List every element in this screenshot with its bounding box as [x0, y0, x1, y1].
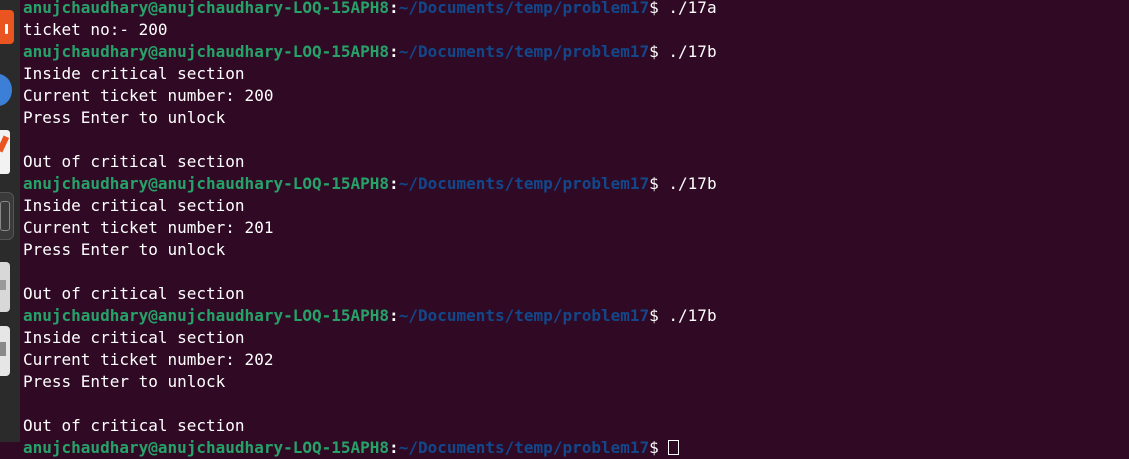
prompt-path: ~/Documents/temp/problem17	[399, 438, 649, 457]
command-text: ./17a	[668, 0, 716, 17]
app-center-icon[interactable]	[0, 10, 14, 44]
cursor	[668, 440, 679, 455]
prompt-symbol: $	[649, 42, 668, 61]
prompt-line: anujchaudhary@anujchaudhary-LOQ-15APH8:~…	[23, 41, 1129, 63]
output-line: Press Enter to unlock	[23, 107, 1129, 129]
prompt-symbol: $	[649, 306, 668, 325]
prompt-path: ~/Documents/temp/problem17	[399, 42, 649, 61]
output-text: Press Enter to unlock	[23, 108, 225, 127]
command-text: ./17b	[668, 306, 716, 325]
prompt-colon: :	[389, 306, 399, 325]
dock	[0, 0, 20, 442]
prompt-colon: :	[389, 174, 399, 193]
output-text: ticket no:- 200	[23, 20, 168, 39]
command-text: ./17b	[668, 174, 716, 193]
terminal-icon[interactable]	[0, 192, 14, 240]
drive-icon[interactable]	[0, 262, 10, 312]
prompt-line: anujchaudhary@anujchaudhary-LOQ-15APH8:~…	[23, 173, 1129, 195]
prompt-user-host: anujchaudhary@anujchaudhary-LOQ-15APH8	[23, 0, 389, 17]
prompt-user-host: anujchaudhary@anujchaudhary-LOQ-15APH8	[23, 174, 389, 193]
output-line: ticket no:- 200	[23, 19, 1129, 41]
prompt-path: ~/Documents/temp/problem17	[399, 174, 649, 193]
prompt-user-host: anujchaudhary@anujchaudhary-LOQ-15APH8	[23, 42, 389, 61]
output-text: Press Enter to unlock	[23, 372, 225, 391]
output-line: Inside critical section	[23, 63, 1129, 85]
output-text: Out of critical section	[23, 416, 245, 435]
output-text: Inside critical section	[23, 196, 245, 215]
disk-icon[interactable]	[0, 326, 10, 376]
output-text: Out of critical section	[23, 152, 245, 171]
prompt-colon: :	[389, 42, 399, 61]
prompt-symbol: $	[649, 0, 668, 17]
output-line: Out of critical section	[23, 415, 1129, 437]
output-line: Press Enter to unlock	[23, 239, 1129, 261]
output-line: Inside critical section	[23, 195, 1129, 217]
terminal-output[interactable]: anujchaudhary@anujchaudhary-LOQ-15APH8:~…	[23, 0, 1129, 442]
output-text: Current ticket number: 202	[23, 350, 273, 369]
command-text: ./17b	[668, 42, 716, 61]
browser-icon[interactable]	[0, 74, 12, 106]
prompt-line: anujchaudhary@anujchaudhary-LOQ-15APH8:~…	[23, 0, 1129, 19]
output-line: Current ticket number: 201	[23, 217, 1129, 239]
prompt-colon: :	[389, 0, 399, 17]
output-line: Current ticket number: 202	[23, 349, 1129, 371]
output-text: Out of critical section	[23, 284, 245, 303]
output-line: Inside critical section	[23, 327, 1129, 349]
output-text: Inside critical section	[23, 64, 245, 83]
output-line: Out of critical section	[23, 151, 1129, 173]
prompt-colon: :	[389, 438, 399, 457]
prompt-path: ~/Documents/temp/problem17	[399, 0, 649, 17]
output-line	[23, 129, 1129, 151]
output-text: Inside critical section	[23, 328, 245, 347]
prompt-user-host: anujchaudhary@anujchaudhary-LOQ-15APH8	[23, 438, 389, 457]
output-line: Press Enter to unlock	[23, 371, 1129, 393]
prompt-symbol: $	[649, 438, 668, 457]
output-text: Press Enter to unlock	[23, 240, 225, 259]
prompt-path: ~/Documents/temp/problem17	[399, 306, 649, 325]
prompt-symbol: $	[649, 174, 668, 193]
prompt-user-host: anujchaudhary@anujchaudhary-LOQ-15APH8	[23, 306, 389, 325]
output-line: Current ticket number: 200	[23, 85, 1129, 107]
output-text: Current ticket number: 201	[23, 218, 273, 237]
prompt-line: anujchaudhary@anujchaudhary-LOQ-15APH8:~…	[23, 305, 1129, 327]
output-text: Current ticket number: 200	[23, 86, 273, 105]
prompt-line: anujchaudhary@anujchaudhary-LOQ-15APH8:~…	[23, 437, 1129, 459]
text-editor-icon[interactable]	[0, 130, 10, 174]
output-line	[23, 393, 1129, 415]
output-line	[23, 261, 1129, 283]
output-line: Out of critical section	[23, 283, 1129, 305]
